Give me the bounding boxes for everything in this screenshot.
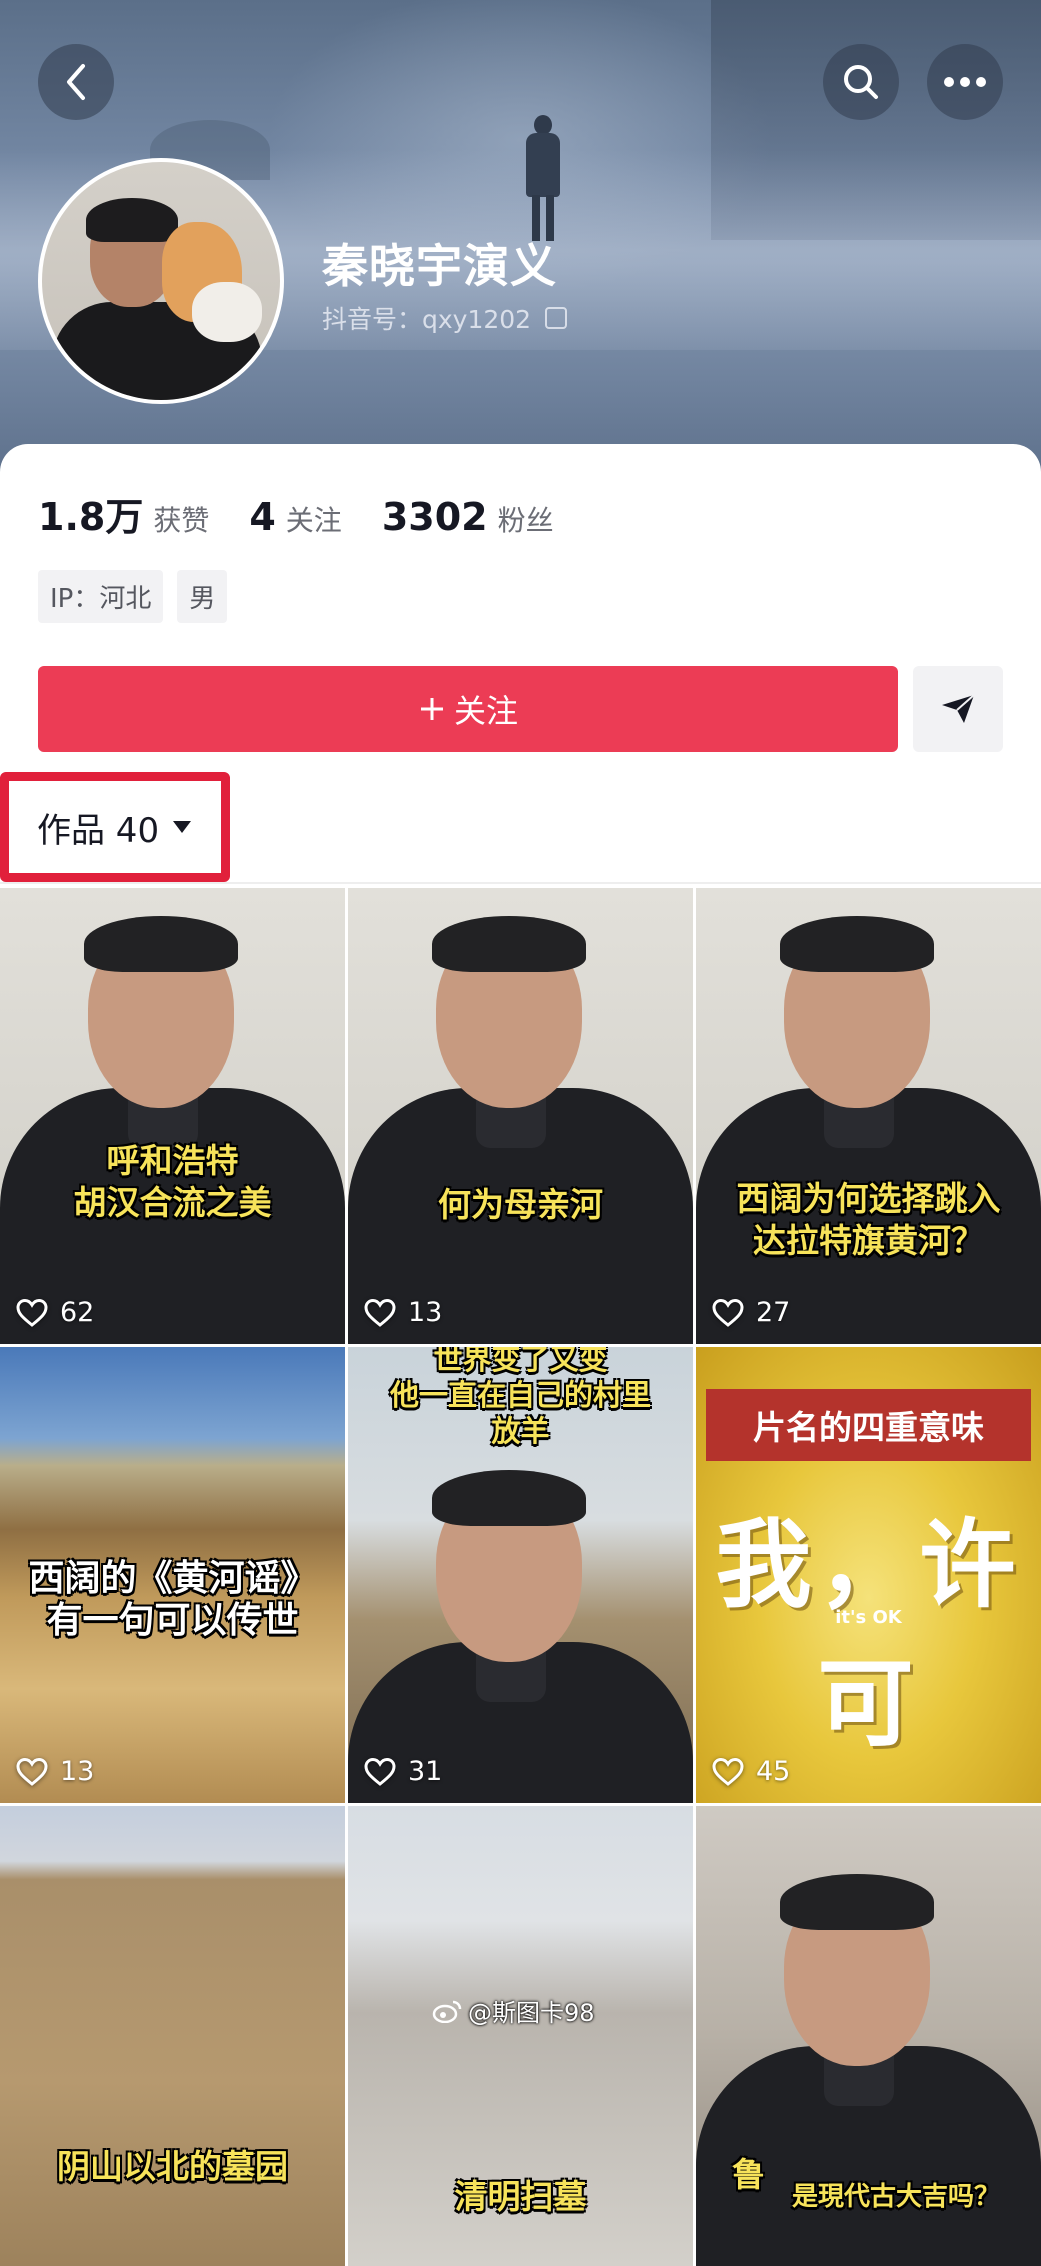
presenter-figure [696, 888, 1041, 1344]
nickname: 秦晓宇演义 [322, 239, 557, 293]
video-thumbnail[interactable]: 清明扫墓 [348, 1806, 693, 2266]
send-icon [942, 694, 975, 723]
follow-button[interactable]: 关注 [38, 666, 898, 752]
caret-down-icon [173, 821, 192, 833]
followers-count[interactable]: 3302 [382, 495, 488, 539]
like-count: 31 [364, 1756, 442, 1787]
video-caption: 呼和浩特 胡汉合流之美 [73, 1141, 272, 1222]
heart-icon [364, 1298, 396, 1327]
plus-icon [420, 698, 443, 720]
back-button[interactable] [38, 44, 114, 120]
video-caption: 清明扫墓 [454, 2177, 587, 2216]
video-title-subtext: it's OK [835, 1607, 902, 1628]
profile-panel: 1.8万 获赞 4 关注 3302 粉丝 IP：河北 男 关注 作品 40 [0, 444, 1041, 884]
like-count: 62 [16, 1297, 94, 1328]
presenter-figure [348, 1442, 693, 1803]
heart-icon [712, 1757, 744, 1786]
douyin-id[interactable]: 抖音号：qxy1202 [322, 300, 568, 336]
video-thumbnail[interactable]: 西阔为何选择跳入 达拉特旗黄河？ 27 [696, 888, 1041, 1344]
avatar[interactable] [38, 158, 284, 404]
tab-divider [0, 882, 1041, 884]
video-thumbnail[interactable]: 阴山以北的墓园 [0, 1806, 345, 2266]
followers-label[interactable]: 粉丝 [498, 499, 554, 539]
video-grid: 呼和浩特 胡汉合流之美 62 何为母亲河 13 西阔为何选择跳入 达拉特旗黄河？ 2… [0, 888, 1041, 2266]
tab-works[interactable]: 作品 40 [0, 772, 230, 882]
video-thumbnail[interactable]: 鲁 是現代古大吉吗？ [696, 1806, 1041, 2266]
video-caption: 西阔的《黄河谣》 有一句可以传世 [28, 1557, 317, 1641]
watermark: @斯图卡98 [432, 1993, 595, 2028]
more-button[interactable] [927, 44, 1003, 120]
heart-icon [364, 1757, 396, 1786]
presenter-figure [0, 888, 345, 1344]
follow-button-label: 关注 [453, 692, 518, 730]
chevron-left-icon [67, 64, 85, 100]
search-button[interactable] [823, 44, 899, 120]
video-thumbnail[interactable]: 何为母亲河 13 [348, 888, 693, 1344]
more-dots-icon [944, 77, 986, 87]
following-label[interactable]: 关注 [286, 499, 342, 539]
tab-works-label: 作品 40 [37, 810, 160, 851]
douyin-id-text: 抖音号：qxy1202 [322, 305, 532, 334]
video-thumbnail[interactable]: 呼和浩特 胡汉合流之美 62 [0, 888, 345, 1344]
likes-count[interactable]: 1.8万 [38, 486, 143, 541]
like-count: 13 [16, 1756, 94, 1787]
like-count: 45 [712, 1756, 790, 1787]
presenter-figure [348, 888, 693, 1344]
following-count[interactable]: 4 [249, 495, 275, 539]
video-thumbnail[interactable]: 世界变了又变 他一直在自己的村里 放羊 31 [348, 1347, 693, 1803]
video-thumbnail[interactable]: 片名的四重意味 我，许可 it's OK 45 [696, 1347, 1041, 1803]
video-caption: 世界变了又变 他一直在自己的村里 放羊 [389, 1347, 651, 1448]
search-icon [844, 65, 878, 99]
profile-tags: IP：河北 男 [38, 570, 228, 623]
profile-banner: 秦晓宇演义 抖音号：qxy1202 [0, 0, 1041, 480]
profile-stats: 1.8万 获赞 4 关注 3302 粉丝 [38, 486, 594, 541]
video-caption: 何为母亲河 [438, 1185, 603, 1224]
gender-tag: 男 [177, 570, 228, 623]
like-count: 13 [364, 1297, 442, 1328]
heart-icon [16, 1757, 48, 1786]
video-subcaption: 是現代古大吉吗？ [791, 2182, 1000, 2212]
weibo-icon [432, 2000, 462, 2023]
banner-building [711, 0, 1041, 240]
heart-icon [712, 1298, 744, 1327]
video-caption: 西阔为何选择跳入 达拉特旗黄河？ [736, 1179, 1001, 1260]
copy-icon[interactable] [545, 307, 568, 329]
likes-label[interactable]: 获赞 [153, 499, 209, 539]
ip-location-tag: IP：河北 [38, 570, 164, 623]
banner-walking-figure [520, 115, 564, 245]
share-button[interactable] [913, 666, 1003, 752]
video-thumbnail[interactable]: 西阔的《黄河谣》 有一句可以传世 13 [0, 1347, 345, 1803]
like-count: 27 [712, 1297, 790, 1328]
video-caption-box: 片名的四重意味 [706, 1389, 1031, 1461]
video-caption: 阴山以北的墓园 [57, 2147, 288, 2186]
heart-icon [16, 1298, 48, 1327]
